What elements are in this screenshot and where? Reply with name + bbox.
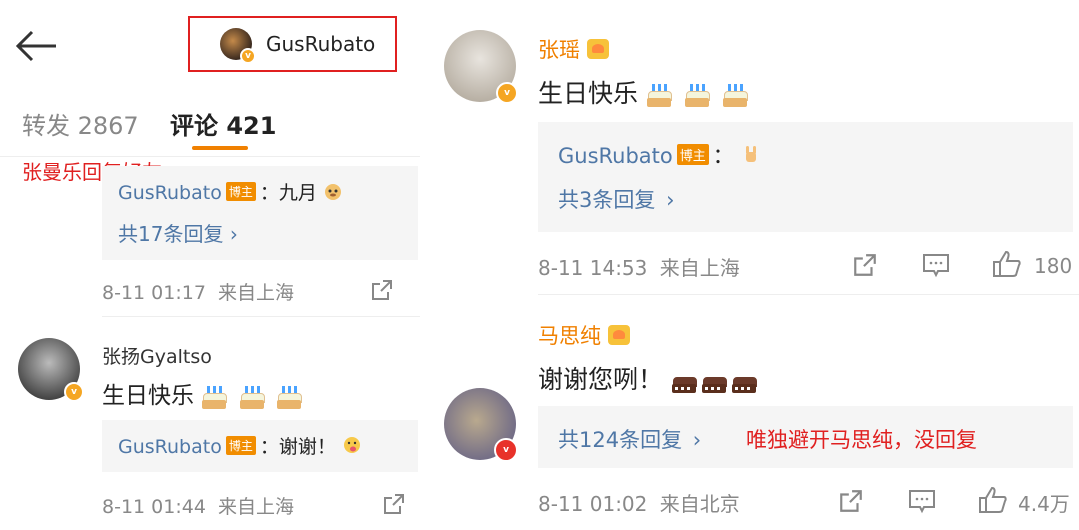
like-button[interactable]: 4.4万 [978,486,1070,518]
comment-meta: 8-11 01:44 来自上海 [102,492,294,519]
chevron-right-icon: › [666,188,675,212]
reply-text: ：谢谢！ [259,436,336,458]
tab-comments[interactable]: 评论 421 [170,106,276,141]
more-replies-link[interactable]: 共3条回复 › [558,184,674,214]
comment-text: 谢谢您咧！ [538,365,664,394]
comment-text-line: 生日快乐 [102,376,306,410]
share-icon[interactable] [370,278,394,306]
author-badge: 博主 [225,182,256,201]
reply-author[interactable]: GusRubato [558,144,673,168]
more-replies-text: 共3条回复 [558,188,656,212]
comment-location: 来自上海 [217,496,294,518]
chevron-right-icon: › [692,428,702,452]
reply-author[interactable]: GusRubato [118,182,222,204]
comment-icon[interactable] [908,488,936,518]
left-panel: v GusRubato 转发 2867 评论 421 张曼乐回复好友 GusRu… [0,0,420,530]
doge-emoji-icon [323,181,343,206]
reply-text: ：九月 [259,182,317,204]
comment-meta: 8-11 01:02 来自北京 [538,488,740,517]
like-button[interactable]: 180 [992,250,1072,282]
tab-repost[interactable]: 转发 2867 [22,106,139,141]
cake-emoji-icon [684,82,710,108]
reply-text: ： [712,144,734,168]
header-avatar[interactable]: v [220,28,256,64]
annotation-right: 唯独避开马思纯，没回复 [746,428,977,452]
more-replies-text: 共17条回复 [118,222,224,246]
chocolate-cake-emoji-icon [671,368,697,394]
reply-author[interactable]: GusRubato [118,436,222,458]
cake-emoji-icon [722,82,748,108]
commenter-avatar[interactable]: v [444,30,518,104]
cake-emoji-icon [201,384,228,410]
more-replies-link[interactable]: 共124条回复 › [558,424,701,454]
commenter-avatar[interactable]: v [18,338,84,402]
reply-line: GusRubato 博主 ：九月 [118,178,343,206]
reply-box[interactable]: GusRubato 博主： 共3条回复 › [538,122,1073,232]
comment-location: 来自北京 [659,492,740,516]
share-icon[interactable] [838,488,864,518]
crown-icon [607,325,630,345]
verified-badge-icon: v [496,82,518,104]
comment-location: 来自上海 [659,256,740,280]
comment-text: 生日快乐 [538,79,639,108]
author-badge: 博主 [676,144,709,165]
comment-time: 8-11 01:02 [538,492,648,516]
comment-time: 8-11 14:53 [538,256,648,280]
thumbs-up-icon [978,486,1008,518]
divider [538,294,1079,295]
share-icon[interactable] [382,492,406,520]
comment-text-line: 生日快乐 [538,74,752,110]
more-replies-link[interactable]: 共17条回复 › [118,218,238,247]
comment-meta: 8-11 01:17 来自上海 [102,278,294,305]
header-username[interactable]: GusRubato [266,32,375,56]
commenter-name[interactable]: 马思纯 [538,324,601,348]
comment-time: 8-11 01:17 [102,282,206,304]
rock-hand-emoji-icon [740,144,762,171]
cake-emoji-icon [646,82,672,108]
active-tab-indicator [192,146,248,150]
verified-badge-icon: v [494,438,518,462]
chocolate-cake-emoji-icon [731,368,757,394]
commenter-name-line: 马思纯 [538,320,630,350]
commenter-name[interactable]: 张扬Gyaltso [102,342,212,369]
commenter-avatar[interactable]: v [444,388,518,462]
comment-meta: 8-11 14:53 来自上海 [538,252,740,281]
verified-badge-icon: v [240,48,256,64]
reply-box[interactable]: 共124条回复 › 唯独避开马思纯，没回复 [538,406,1073,468]
thumbs-up-icon [992,250,1022,282]
like-count: 180 [1034,254,1073,278]
chevron-right-icon: › [229,222,238,246]
cake-emoji-icon [239,384,265,410]
verified-badge-icon: v [64,382,84,402]
more-replies-text: 共124条回复 [558,428,683,452]
comment-location: 来自上海 [217,282,294,304]
tab-bar: 转发 2867 评论 421 [0,100,420,156]
author-badge: 博主 [225,436,256,455]
tongue-emoji-icon [342,435,362,460]
back-arrow-icon[interactable] [14,28,58,64]
chocolate-cake-emoji-icon [701,368,727,394]
cake-emoji-icon [276,384,302,410]
like-count: 4.4万 [1018,491,1070,516]
reply-box[interactable]: GusRubato 博主 ：谢谢！ [102,420,418,472]
right-panel: v 张瑶 生日快乐 GusRubato 博主： 共3条回复 › 8-11 14:5… [438,0,1079,530]
comment-text: 生日快乐 [102,383,194,409]
header-user[interactable]: v GusRubato [188,16,397,72]
divider [102,316,420,317]
commenter-name[interactable]: 张瑶 [538,38,580,62]
reply-box[interactable]: GusRubato 博主 ：九月 共17条回复 › [102,166,418,260]
comment-text-line: 谢谢您咧！ [538,360,761,396]
reply-line: GusRubato 博主 ：谢谢！ [118,432,362,460]
comment-icon[interactable] [922,252,950,282]
commenter-name-line: 张瑶 [538,34,609,64]
comment-time: 8-11 01:44 [102,496,206,518]
crown-icon [586,39,609,59]
reply-line: GusRubato 博主： [558,140,762,171]
share-icon[interactable] [852,252,878,282]
